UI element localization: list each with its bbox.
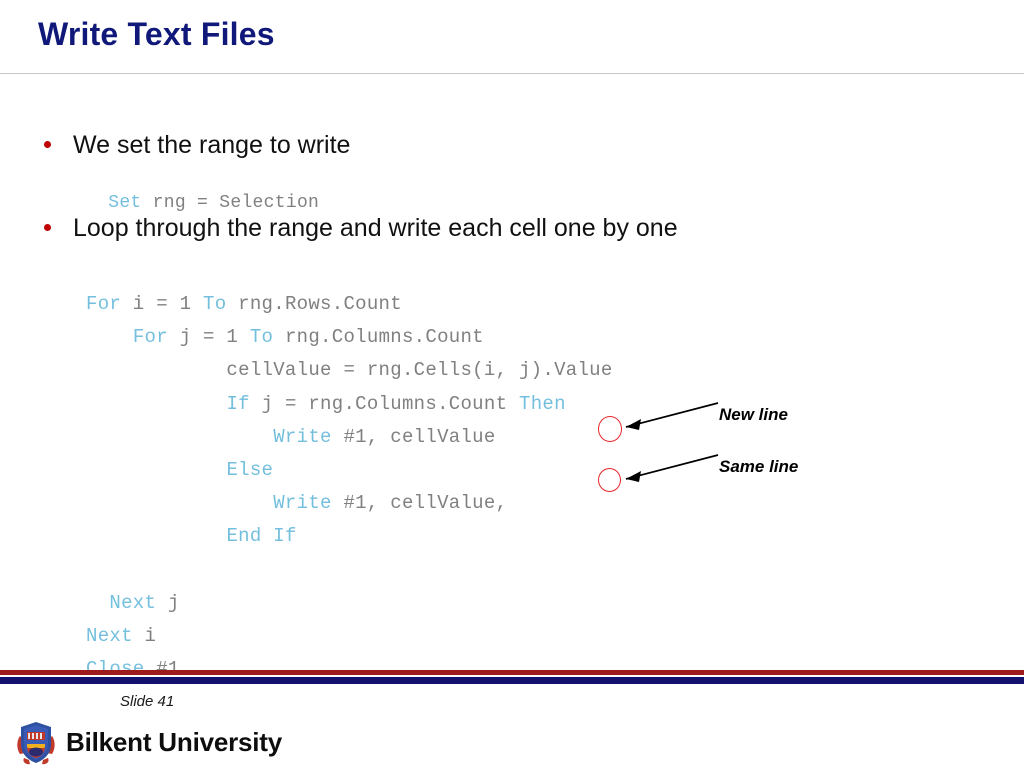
code-keyword: Next bbox=[86, 625, 133, 648]
code-snippet-set: Set rng = Selection bbox=[86, 173, 319, 213]
footer-accent-bar-red bbox=[0, 670, 1024, 675]
footer-accent-bar-navy bbox=[0, 677, 1024, 684]
code-line: Write #1, cellValue, bbox=[86, 487, 613, 520]
code-keyword: To bbox=[249, 326, 274, 349]
code-line: If j = rng.Columns.Count Then bbox=[86, 388, 613, 421]
bullet-item-2: Loop through the range and write each ce… bbox=[44, 214, 678, 243]
bilkent-university-crest-icon bbox=[17, 722, 55, 765]
bullet-item-1-label: We set the range to write bbox=[73, 131, 351, 159]
code-keyword: Write bbox=[273, 492, 332, 515]
code-line: Next j bbox=[86, 587, 613, 620]
brand-name-label: Bilkent University bbox=[66, 726, 283, 757]
code-text-set: rng = Selection bbox=[141, 193, 320, 213]
bullet-item-1: We set the range to write bbox=[44, 131, 350, 160]
bullet-item-2-label: Loop through the range and write each ce… bbox=[73, 214, 678, 242]
code-text: rng.Columns.Count bbox=[273, 326, 484, 349]
code-line: Else bbox=[86, 454, 613, 487]
code-keyword: If bbox=[226, 392, 250, 415]
code-keyword: Write bbox=[273, 425, 332, 448]
annotation-label-same-line: Same line bbox=[719, 457, 799, 476]
code-line: Write #1, cellValue bbox=[86, 421, 613, 454]
code-text: j bbox=[156, 591, 180, 614]
code-line: cellValue = rng.Cells(i, j).Value bbox=[86, 354, 613, 387]
code-keyword: For bbox=[132, 326, 168, 349]
code-text: j = 1 bbox=[167, 326, 250, 349]
annotation-arrow-new-line bbox=[625, 402, 719, 430]
code-line: End If bbox=[86, 520, 613, 553]
page-title: Write Text Files bbox=[38, 16, 275, 52]
code-keyword: For bbox=[86, 293, 122, 315]
code-keyword-set: Set bbox=[108, 193, 142, 213]
code-text: rng.Rows.Count bbox=[226, 293, 402, 315]
header-divider bbox=[0, 73, 1024, 74]
brand-footer: Bilkent University bbox=[14, 718, 282, 766]
code-text: #1, cellValue, bbox=[331, 492, 508, 515]
code-keyword: Else bbox=[226, 459, 274, 482]
code-line: For j = 1 To rng.Columns.Count bbox=[86, 321, 613, 354]
code-keyword: To bbox=[203, 293, 227, 315]
code-text: i bbox=[132, 625, 157, 648]
code-text: cellValue = rng.Cells(i, j).Value bbox=[86, 359, 613, 382]
slide-number: Slide 41 bbox=[120, 693, 175, 710]
annotation-arrow-same-line bbox=[625, 454, 719, 482]
code-text: j = rng.Columns.Count bbox=[249, 392, 519, 415]
code-text: i = 1 bbox=[121, 293, 204, 315]
code-text: #1, cellValue bbox=[331, 425, 496, 448]
bullet-dot-icon bbox=[44, 141, 51, 148]
bullet-dot-icon bbox=[44, 224, 51, 231]
code-keyword: Next bbox=[109, 591, 157, 614]
code-keyword: Then bbox=[519, 392, 566, 415]
annotation-label-new-line: New line bbox=[719, 405, 788, 424]
code-keyword: End If bbox=[226, 525, 297, 548]
code-line: For i = 1 To rng.Rows.Count bbox=[86, 288, 613, 321]
code-block-main: For i = 1 To rng.Rows.Count For j = 1 To… bbox=[86, 288, 613, 686]
code-line: Next i bbox=[86, 620, 613, 653]
